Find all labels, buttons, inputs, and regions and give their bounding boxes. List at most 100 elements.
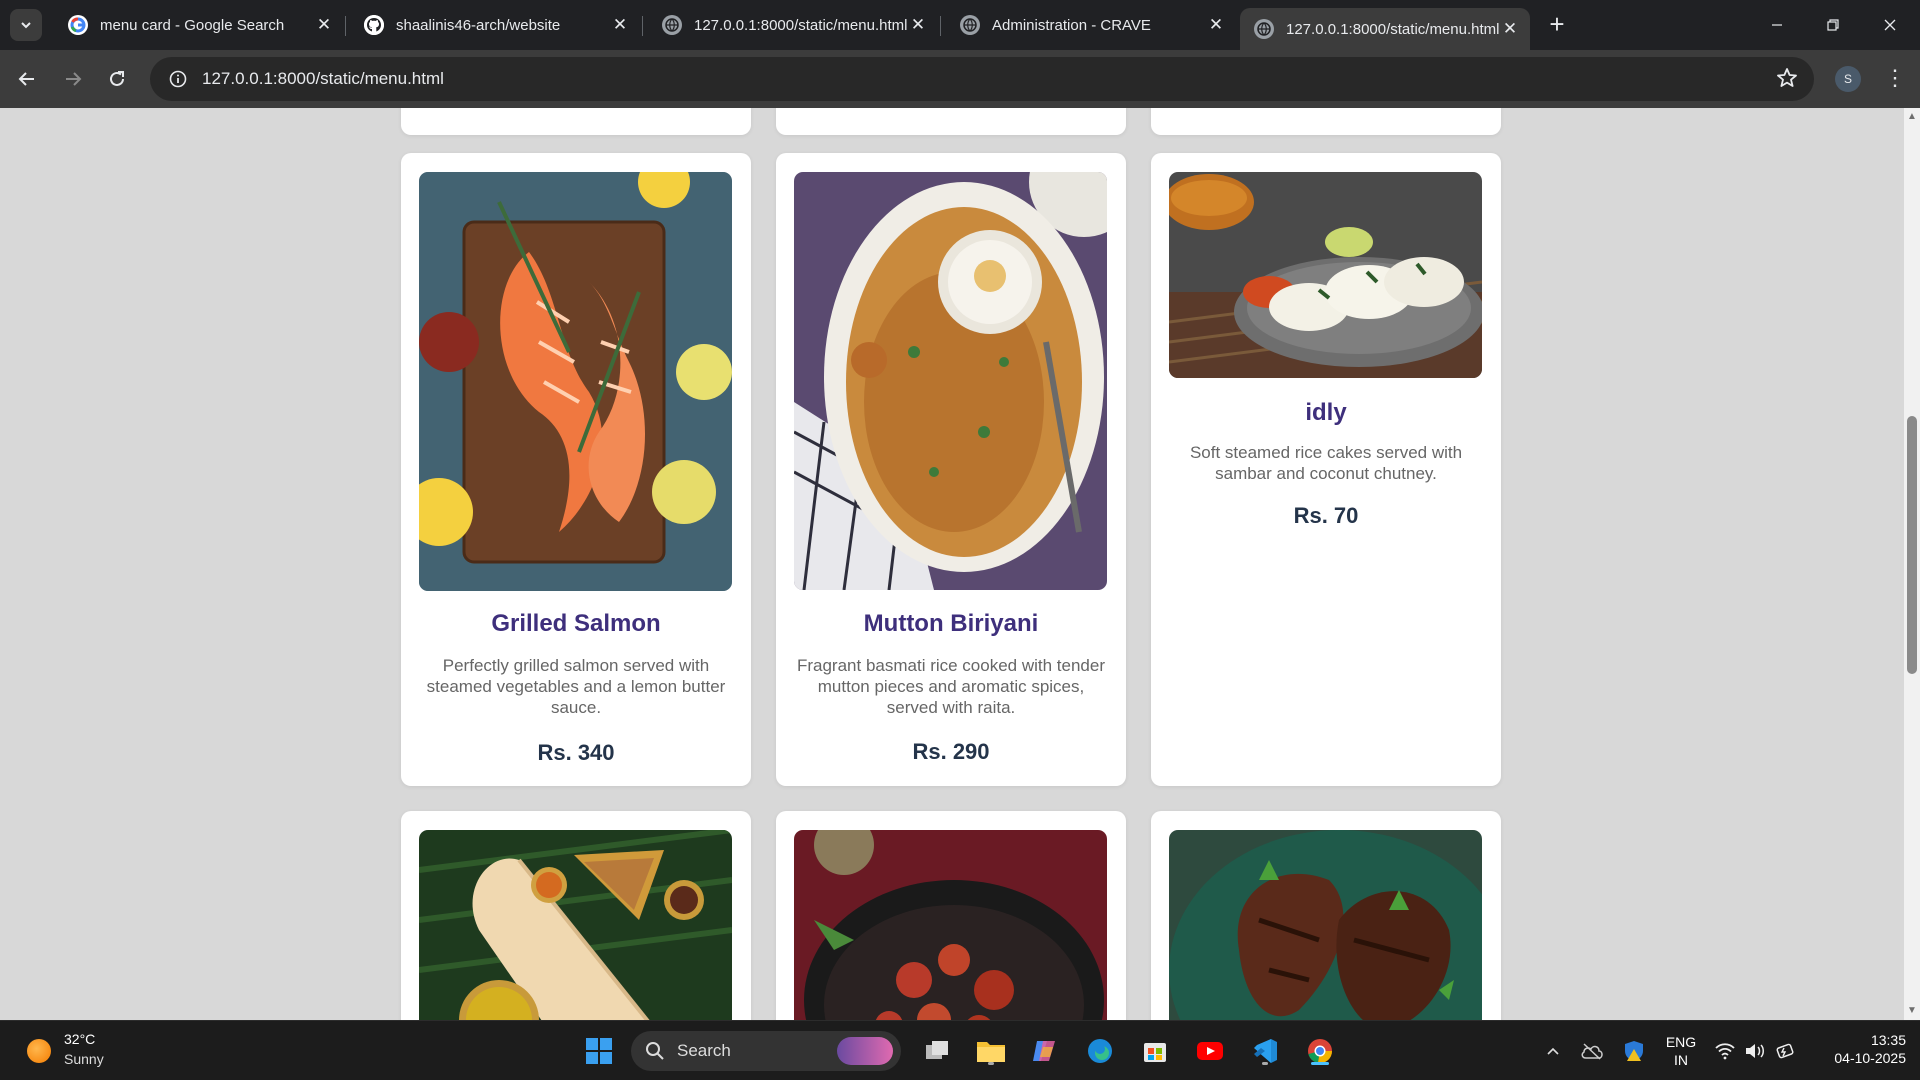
taskbar-search-box[interactable]: Search (631, 1031, 901, 1071)
restore-icon (1827, 19, 1839, 31)
info-icon[interactable] (156, 57, 200, 101)
close-icon (1884, 19, 1896, 31)
onedrive-icon[interactable] (1575, 1034, 1609, 1068)
tab-search-button[interactable] (10, 9, 42, 41)
more-menu-icon[interactable]: ⋮ (1884, 64, 1906, 92)
close-icon[interactable]: ✕ (314, 15, 334, 35)
page-viewport: Grilled Salmon Perfectly grilled salmon … (0, 108, 1920, 1020)
back-button[interactable] (10, 62, 44, 96)
youtube-icon[interactable] (1193, 1034, 1227, 1068)
address-bar[interactable]: 127.0.0.1:8000/static/menu.html (150, 57, 1814, 101)
tab-administration[interactable]: Administration - CRAVE ✕ (946, 8, 1236, 42)
bookmark-star-icon[interactable] (1776, 67, 1798, 94)
chevron-down-icon (21, 22, 31, 29)
menu-item-description: Soft steamed rice cakes served with samb… (1189, 443, 1463, 483)
tab-separator (642, 16, 643, 36)
microsoft-store-icon[interactable] (1138, 1034, 1172, 1068)
menu-card-idly: idly Soft steamed rice cakes served with… (1151, 153, 1501, 786)
weather-temperature[interactable]: 32°C (64, 1031, 95, 1047)
scroll-up-arrow-icon[interactable]: ▲ (1907, 112, 1917, 122)
globe-icon (960, 15, 980, 35)
chicken-fry-photo (794, 830, 1107, 1020)
url-text[interactable]: 127.0.0.1:8000/static/menu.html (202, 69, 444, 89)
close-icon[interactable]: ✕ (610, 15, 630, 35)
tab-separator (940, 16, 941, 36)
google-icon (68, 15, 88, 35)
tab-google-search[interactable]: menu card - Google Search ✕ (54, 8, 344, 42)
scroll-down-arrow-icon[interactable]: ▼ (1907, 1006, 1917, 1016)
search-icon (646, 1042, 664, 1060)
mutton-biriyani-photo (794, 172, 1107, 590)
file-explorer-icon[interactable] (974, 1034, 1008, 1068)
menu-card-grilled-chicken (1151, 811, 1501, 1020)
arrow-right-icon (66, 72, 82, 86)
globe-icon (1254, 19, 1274, 39)
clock[interactable]: 13:35 04-10-2025 (1810, 1031, 1906, 1067)
windows-start-icon[interactable] (582, 1034, 616, 1068)
task-view-icon[interactable] (920, 1034, 954, 1068)
volume-icon[interactable] (1740, 1034, 1770, 1068)
close-icon[interactable]: ✕ (1500, 19, 1520, 39)
grilled-chicken-photo (1169, 830, 1482, 1020)
minimize-icon (1772, 24, 1782, 26)
running-indicator (1262, 1062, 1268, 1065)
menu-card-mutton-biriyani: Mutton Biriyani Fragrant basmati rice co… (776, 153, 1126, 786)
menu-item-title: idly (1305, 399, 1347, 426)
search-label: Search (677, 1041, 731, 1060)
search-highlight-icon (837, 1037, 893, 1065)
reload-icon (110, 71, 124, 86)
menu-card-partial (1151, 108, 1501, 135)
close-icon[interactable]: ✕ (1206, 15, 1226, 35)
menu-item-price: Rs. 340 (537, 740, 615, 765)
new-tab-button[interactable]: + (1544, 11, 1570, 38)
menu-item-description: Fragrant basmati rice cooked with tender… (796, 656, 1106, 717)
menu-card-partial (401, 108, 751, 135)
security-shield-icon[interactable] (1617, 1034, 1651, 1068)
tab-menu-page-active[interactable]: 127.0.0.1:8000/static/menu.html ✕ (1240, 8, 1530, 50)
language-indicator[interactable]: ENG IN (1659, 1033, 1703, 1069)
tab-title: shaalinis46-arch/website (396, 16, 561, 34)
tab-strip: menu card - Google Search ✕ shaalinis46-… (0, 0, 1920, 50)
menu-item-price: Rs. 70 (1293, 503, 1359, 528)
browser-toolbar: 127.0.0.1:8000/static/menu.html S ⋮ (0, 50, 1920, 108)
weather-description[interactable]: Sunny (64, 1051, 104, 1067)
vscode-icon[interactable] (1248, 1034, 1282, 1068)
tab-title: menu card - Google Search (100, 16, 285, 34)
scrollbar-thumb[interactable] (1907, 416, 1917, 674)
battery-icon[interactable] (1770, 1034, 1800, 1068)
tab-title: 127.0.0.1:8000/static/menu.html (1286, 20, 1500, 38)
github-icon (364, 15, 384, 35)
close-window-button[interactable] (1870, 10, 1910, 40)
sun-icon[interactable] (27, 1039, 51, 1063)
close-icon[interactable]: ✕ (908, 15, 928, 35)
menu-item-description: Perfectly grilled salmon served with ste… (426, 656, 726, 717)
tab-github[interactable]: shaalinis46-arch/website ✕ (350, 8, 640, 42)
restore-button[interactable] (1813, 10, 1853, 40)
menu-card-grilled-salmon: Grilled Salmon Perfectly grilled salmon … (401, 153, 751, 786)
region-code: IN (1674, 1052, 1688, 1068)
language-code: ENG (1665, 1034, 1697, 1050)
profile-avatar[interactable]: S (1835, 66, 1861, 92)
edge-icon[interactable] (1083, 1034, 1117, 1068)
dosa-photo (419, 830, 732, 1020)
chevron-up-icon[interactable] (1536, 1034, 1570, 1068)
copilot-icon[interactable] (1028, 1034, 1062, 1068)
windows-taskbar: 32°C Sunny Search ENG IN 13:35 04-10-202… (0, 1020, 1920, 1080)
wifi-icon[interactable] (1710, 1034, 1740, 1068)
tab-menu-page[interactable]: 127.0.0.1:8000/static/menu.html ✕ (648, 8, 938, 42)
running-indicator (988, 1062, 994, 1065)
reload-button[interactable] (100, 62, 134, 96)
arrow-left-icon (18, 72, 34, 86)
chrome-icon[interactable] (1303, 1034, 1337, 1068)
grilled-salmon-photo (419, 172, 732, 591)
clock-date: 04-10-2025 (1834, 1050, 1906, 1066)
forward-button[interactable] (56, 62, 90, 96)
minimize-button[interactable] (1757, 10, 1797, 40)
globe-icon (662, 15, 682, 35)
idly-photo (1169, 172, 1482, 378)
clock-time: 13:35 (1870, 1032, 1906, 1048)
vertical-scrollbar[interactable]: ▲ ▼ (1904, 108, 1920, 1020)
tab-title: 127.0.0.1:8000/static/menu.html (694, 16, 908, 34)
menu-card-partial (776, 108, 1126, 135)
tab-separator (345, 16, 346, 36)
